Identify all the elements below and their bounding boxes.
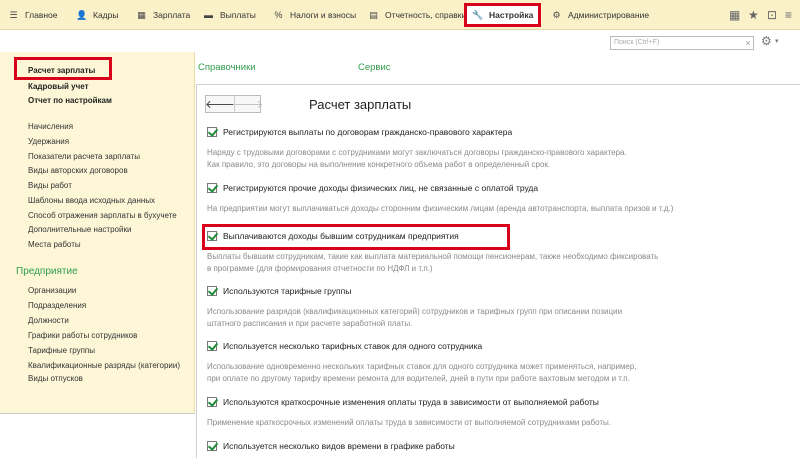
nav-input-templates[interactable]: Шаблоны ввода исходных данных: [28, 196, 155, 205]
tab-service[interactable]: Сервис: [358, 62, 391, 73]
settings-form: 🡐 🡒 Расчет зарплаты Регистрируются выпла…: [196, 84, 800, 458]
nav-deductions[interactable]: Удержания: [28, 137, 69, 146]
option-description: в программе (для формирования отчетности…: [207, 264, 433, 273]
nav-hr-accounting[interactable]: Кадровый учет: [28, 82, 89, 91]
option-tariff-groups[interactable]: Используются тарифные группы: [207, 286, 351, 296]
more-menu-icon[interactable]: ≡: [785, 0, 792, 30]
gear-icon: ⚙: [552, 9, 561, 20]
nav-tariff-groups[interactable]: Тарифные группы: [28, 346, 95, 355]
menu-settings[interactable]: 🔧 Настройка: [464, 3, 542, 27]
settings-gear-icon[interactable]: ⚙: [761, 34, 772, 48]
report-icon: ▤: [369, 9, 378, 20]
people-icon: 👤: [76, 9, 88, 20]
option-multiple-time-types[interactable]: Используется несколько видов времени в г…: [207, 441, 455, 451]
search-input[interactable]: Поиск (Ctrl+F): [610, 36, 754, 50]
page-title: Расчет зарплаты: [309, 97, 412, 112]
menu-home[interactable]: ☰ Главное: [8, 0, 57, 30]
main-menu-bar: ☰ Главное 👤 Кадры ▦ Зарплата ▬ Выплаты %…: [0, 0, 800, 30]
favorites-star-icon[interactable]: ★: [748, 0, 759, 30]
option-description: Выплаты бывшим сотрудникам, такие как вы…: [207, 252, 659, 261]
nav-qualification-ranks[interactable]: Квалификационные разряды (категории): [28, 361, 180, 370]
percent-icon: %: [274, 10, 283, 20]
highlight-box-left: [14, 57, 112, 80]
nav-salary-indicators[interactable]: Показатели расчета зарплаты: [28, 152, 140, 161]
highlight-box-main: [202, 224, 510, 250]
nav-work-schedules[interactable]: Графики работы сотрудников: [28, 331, 137, 340]
nav-author-contracts[interactable]: Виды авторских договоров: [28, 166, 128, 175]
nav-vacation-types[interactable]: Виды отпусков: [28, 374, 83, 383]
option-description: Наряду с трудовыми договорами с сотрудни…: [207, 148, 627, 157]
menu-lines-icon: ☰: [9, 9, 18, 20]
checkbox-checked-icon[interactable]: [207, 127, 217, 137]
option-gph-contracts[interactable]: Регистрируются выплаты по договорам граж…: [207, 127, 512, 137]
checkbox-checked-icon[interactable]: [207, 286, 217, 296]
section-enterprise[interactable]: Предприятие: [16, 266, 78, 277]
menu-taxes[interactable]: % Налоги и взносы: [273, 0, 356, 30]
apps-grid-icon[interactable]: ▦: [729, 0, 740, 30]
menu-admin[interactable]: ⚙ Администрирование: [551, 0, 649, 30]
nav-work-types[interactable]: Виды работ: [28, 181, 72, 190]
option-description: Использование одновременно нескольких та…: [207, 362, 637, 371]
option-description: Применение краткосрочных изменений оплат…: [207, 418, 611, 427]
clear-search-icon[interactable]: ×: [742, 36, 754, 50]
tab-references[interactable]: Справочники: [198, 62, 256, 73]
checkbox-checked-icon[interactable]: [207, 397, 217, 407]
nav-workplaces[interactable]: Места работы: [28, 240, 81, 249]
forward-arrow-icon[interactable]: 🡒: [234, 96, 263, 112]
caret-down-icon[interactable]: ▾: [775, 37, 779, 45]
nav-organizations[interactable]: Организации: [28, 286, 76, 295]
checkbox-checked-icon[interactable]: [207, 183, 217, 193]
option-description: Использование разрядов (квалификационных…: [207, 307, 623, 316]
back-arrow-icon[interactable]: 🡐: [205, 96, 235, 112]
option-short-term-pay-changes[interactable]: Используются краткосрочные изменения опл…: [207, 397, 599, 407]
left-navigation-panel: Расчет зарплаты Кадровый учет Отчет по н…: [0, 52, 195, 414]
menu-payments[interactable]: ▬ Выплаты: [203, 0, 256, 30]
option-description: Как правило, это договоры на выполнение …: [207, 160, 551, 169]
nav-positions[interactable]: Должности: [28, 316, 69, 325]
menu-reports[interactable]: ▤ Отчетность, справки: [368, 0, 466, 30]
checkbox-checked-icon[interactable]: [207, 441, 217, 451]
nav-settings-report[interactable]: Отчет по настройкам: [28, 96, 112, 105]
nav-accruals[interactable]: Начисления: [28, 122, 73, 131]
nav-accounting-method[interactable]: Способ отражения зарплаты в бухучете: [28, 211, 177, 220]
checkbox-checked-icon[interactable]: [207, 341, 217, 351]
menu-salary[interactable]: ▦ Зарплата: [136, 0, 190, 30]
option-description: при оплате по другому тарифу времени рем…: [207, 374, 630, 383]
option-description: штатного расписания и при расчете зарабо…: [207, 319, 413, 328]
nav-additional-settings[interactable]: Дополнительные настройки: [28, 225, 131, 234]
wallet-icon: ▬: [204, 10, 213, 20]
history-navigation: 🡐 🡒: [205, 95, 263, 113]
option-multiple-tariff-rates[interactable]: Используется несколько тарифных ставок д…: [207, 341, 482, 351]
option-description: На предприятии могут выплачиваться доход…: [207, 204, 674, 213]
nav-departments[interactable]: Подразделения: [28, 301, 86, 310]
calculator-icon: ▦: [137, 9, 146, 20]
wrench-icon: 🔧: [472, 9, 484, 20]
option-other-income[interactable]: Регистрируются прочие доходы физических …: [207, 183, 538, 193]
menu-hr[interactable]: 👤 Кадры: [76, 0, 118, 30]
history-icon[interactable]: ⊡: [767, 0, 777, 30]
